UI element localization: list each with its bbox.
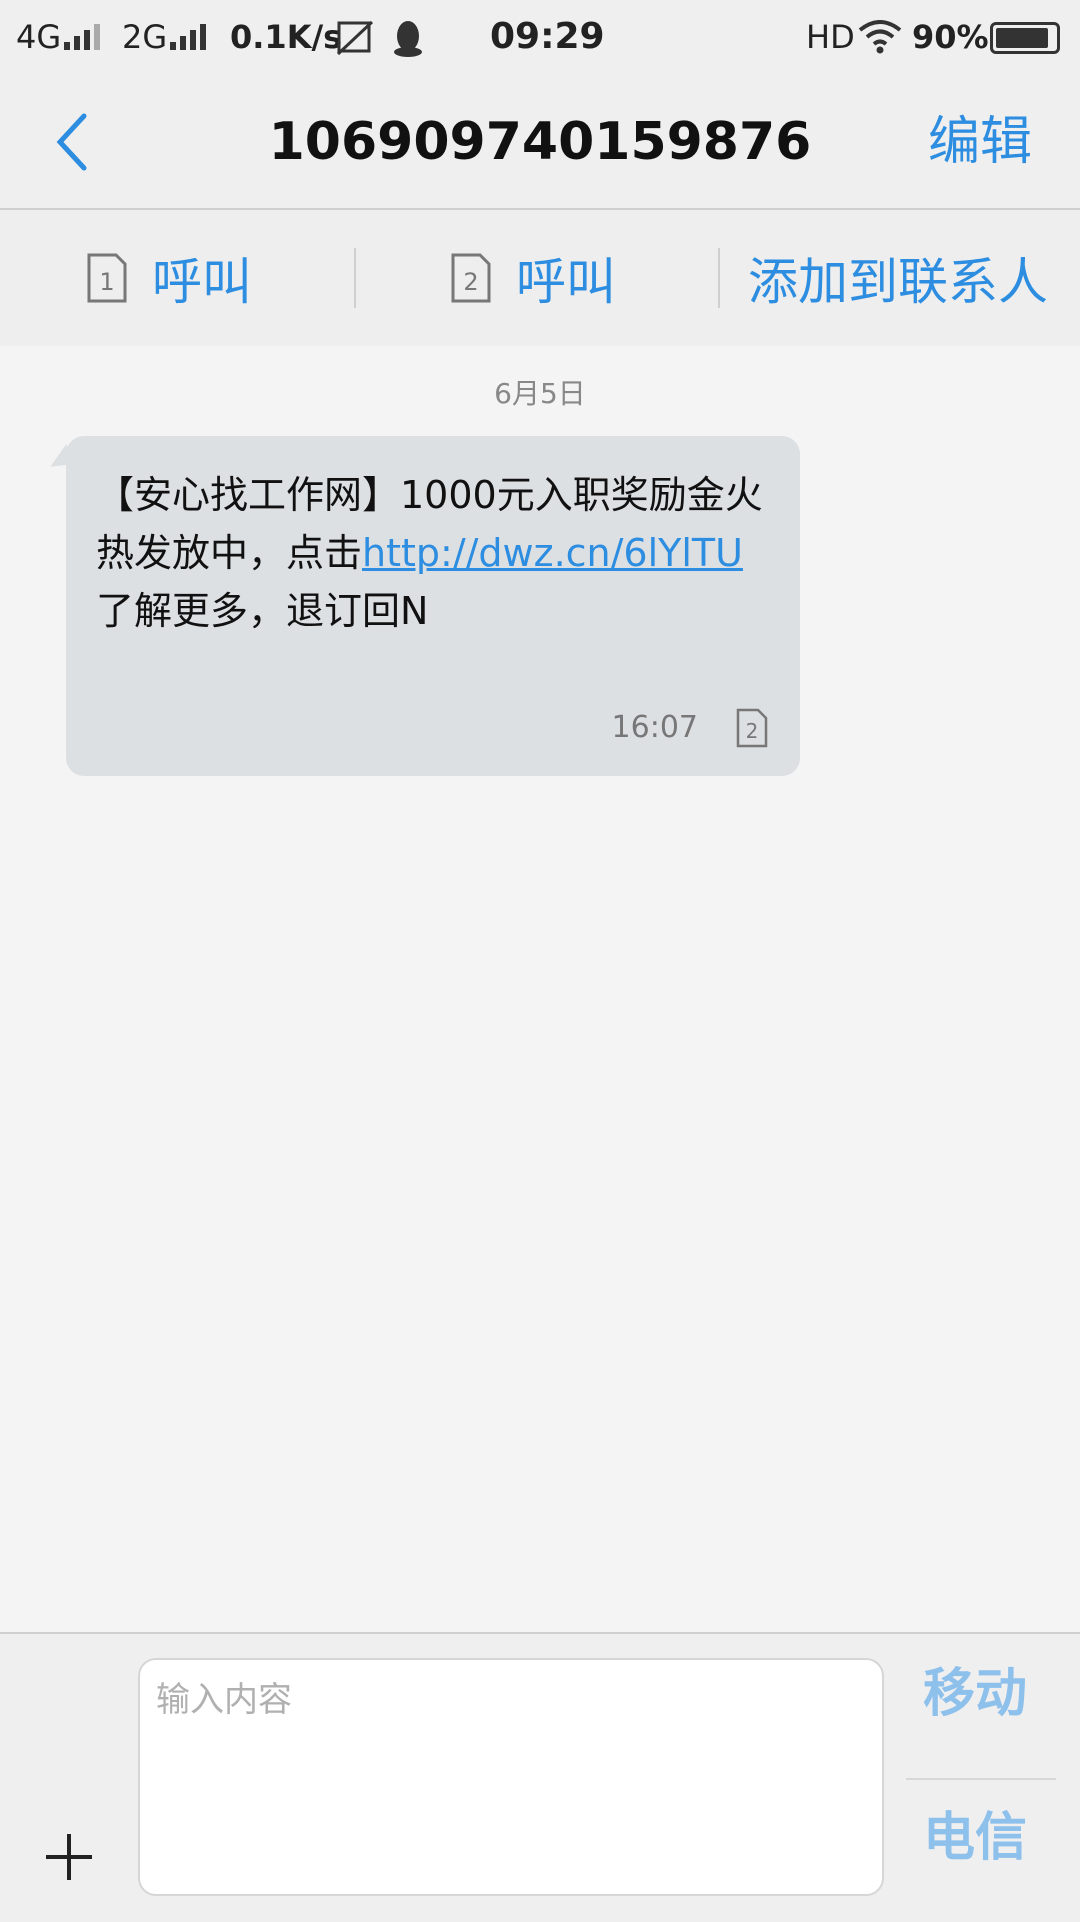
qq-penguin-icon — [394, 21, 422, 57]
status-bar: 4G 2G 0.1K/s 09:29 HD 90% — [0, 0, 1080, 76]
clock: 09:29 — [490, 16, 605, 57]
page-title: 106909740159876 — [268, 112, 812, 172]
add-to-contacts-label: 添加到联系人 — [748, 253, 1048, 311]
add-to-contacts-button[interactable]: 添加到联系人 — [748, 210, 1048, 346]
message-input[interactable] — [138, 1658, 884, 1896]
sim2-icon: 2 — [451, 253, 491, 303]
sim2-network-type: 2G — [122, 18, 168, 56]
message-link[interactable]: http://dwz.cn/6lYlTU — [362, 531, 743, 575]
action-divider — [718, 248, 720, 308]
send-sim1-button[interactable]: 移动 — [910, 1654, 1040, 1734]
call-sim2-button[interactable]: 2 呼叫 — [450, 210, 616, 346]
sim1-icon: 1 — [87, 253, 127, 303]
date-separator: 6月5日 — [494, 377, 586, 410]
message-text: 【安心找工作网】1000元入职奖励金火热发放中，点击http://dwz.cn/… — [96, 466, 776, 640]
battery-percent: 90% — [912, 18, 989, 56]
sim1-network-type: 4G — [16, 18, 62, 56]
no-sim-icon — [336, 20, 374, 56]
message-composer: 移动 电信 — [0, 1632, 1080, 1922]
contact-action-bar: 1 呼叫 2 呼叫 添加到联系人 — [0, 210, 1080, 346]
sim2-signal-icon — [170, 24, 214, 50]
wifi-icon — [858, 20, 902, 54]
call-sim2-label: 呼叫 — [516, 253, 616, 311]
battery-icon — [990, 22, 1060, 54]
message-timestamp: 16:07 — [611, 710, 698, 745]
svg-text:1: 1 — [99, 268, 114, 296]
call-sim1-button[interactable]: 1 呼叫 — [86, 210, 252, 346]
message-sim2-icon: 2 — [736, 708, 768, 748]
action-divider — [354, 248, 356, 308]
conversation-header: 106909740159876 编辑 — [0, 76, 1080, 210]
message-bubble[interactable]: 【安心找工作网】1000元入职奖励金火热发放中，点击http://dwz.cn/… — [66, 436, 800, 776]
svg-text:2: 2 — [746, 719, 759, 743]
hd-indicator: HD — [806, 18, 855, 56]
svg-text:2: 2 — [463, 268, 478, 296]
message-text-part2: 了解更多，退订回N — [96, 589, 429, 633]
plus-icon[interactable] — [44, 1832, 94, 1882]
send-sim2-button[interactable]: 电信 — [910, 1798, 1040, 1878]
sim1-signal-icon — [64, 24, 104, 50]
call-sim1-label: 呼叫 — [152, 253, 252, 311]
network-speed: 0.1K/s — [230, 18, 343, 56]
edit-button[interactable]: 编辑 — [928, 104, 1032, 180]
back-arrow-icon[interactable] — [48, 110, 108, 174]
send-divider — [906, 1778, 1056, 1780]
